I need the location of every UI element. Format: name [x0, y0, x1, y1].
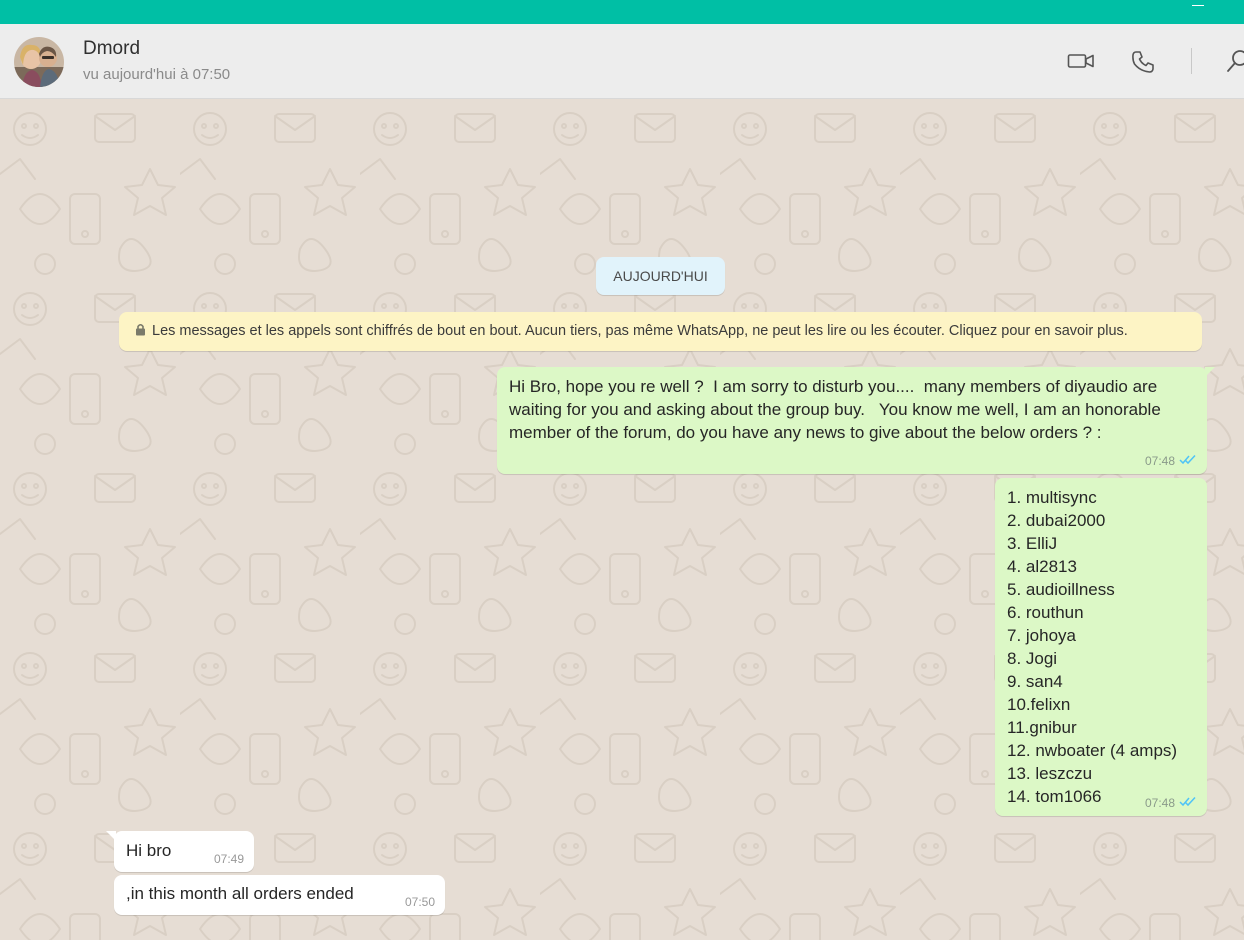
message-bubble-incoming[interactable]: Hi bro 07:49 [106, 831, 254, 872]
date-separator: AUJOURD'HUI [596, 257, 725, 295]
list-item: 8. Jogi [1007, 649, 1058, 668]
message-text: Hi bro [126, 841, 172, 860]
list-item: 10.felixn [1007, 695, 1071, 714]
list-item: 4. al2813 [1007, 557, 1077, 576]
list-item: 1. multisync [1007, 488, 1097, 507]
double-check-icon [1179, 454, 1197, 468]
list-item: 5. audioillness [1007, 580, 1115, 599]
list-item: 3. ElliJ [1007, 534, 1058, 553]
list-item: 11.gnibur [1007, 718, 1077, 737]
window-title-bar [0, 0, 1244, 24]
video-call-icon[interactable] [1067, 52, 1095, 75]
message-time: 07:50 [404, 895, 435, 909]
chat-area[interactable]: AUJOURD'HUI Les messages et les appels s… [0, 99, 1244, 940]
message-time: 07:49 [213, 852, 244, 866]
header-divider [1191, 48, 1192, 74]
bubble-tail [106, 831, 116, 841]
contact-name[interactable]: Dmord [83, 38, 140, 60]
encryption-notice[interactable]: Les messages et les appels sont chiffrés… [119, 312, 1202, 351]
list-item: 12. nwboater (4 amps) [1007, 741, 1178, 760]
contact-last-seen: vu aujourd'hui à 07:50 [83, 66, 231, 83]
message-text: ,in this month all orders ended [126, 884, 354, 903]
message-bubble-outgoing[interactable]: Hi Bro, hope you re well ? I am sorry to… [497, 367, 1215, 474]
phone-icon[interactable] [1130, 49, 1156, 80]
message-text: Hi Bro, hope you re well ? I am sorry to… [509, 377, 1166, 442]
list-item: 2. dubai2000 [1007, 511, 1106, 530]
message-meta: 07:49 [214, 852, 244, 866]
encryption-notice-text: Les messages et les appels sont chiffrés… [152, 323, 1128, 339]
double-check-icon [1179, 796, 1197, 810]
message-bubble-outgoing[interactable]: 1. multisync 2. dubai2000 3. ElliJ 4. al… [995, 478, 1207, 816]
message-bubble-incoming[interactable]: ,in this month all orders ended 07:50 [114, 875, 445, 915]
list-item: 6. routhun [1007, 603, 1084, 622]
message-meta: 07:48 [1145, 796, 1197, 810]
message-time: 07:48 [1144, 454, 1175, 468]
avatar[interactable] [14, 37, 64, 87]
list-item: 13. leszczu [1007, 764, 1093, 783]
member-list: 1. multisync 2. dubai2000 3. ElliJ 4. al… [1007, 486, 1195, 808]
message-time: 07:48 [1144, 796, 1175, 810]
list-item: 7. johoya [1007, 626, 1076, 645]
search-icon[interactable] [1226, 48, 1244, 81]
message-meta: 07:50 [405, 895, 435, 909]
bubble-tail [1205, 367, 1215, 377]
list-item: 9. san4 [1007, 672, 1063, 691]
chat-header: Dmord vu aujourd'hui à 07:50 [0, 24, 1244, 99]
lock-icon [135, 313, 146, 352]
message-meta: 07:48 [1145, 454, 1197, 468]
minimize-icon[interactable] [1192, 5, 1204, 6]
